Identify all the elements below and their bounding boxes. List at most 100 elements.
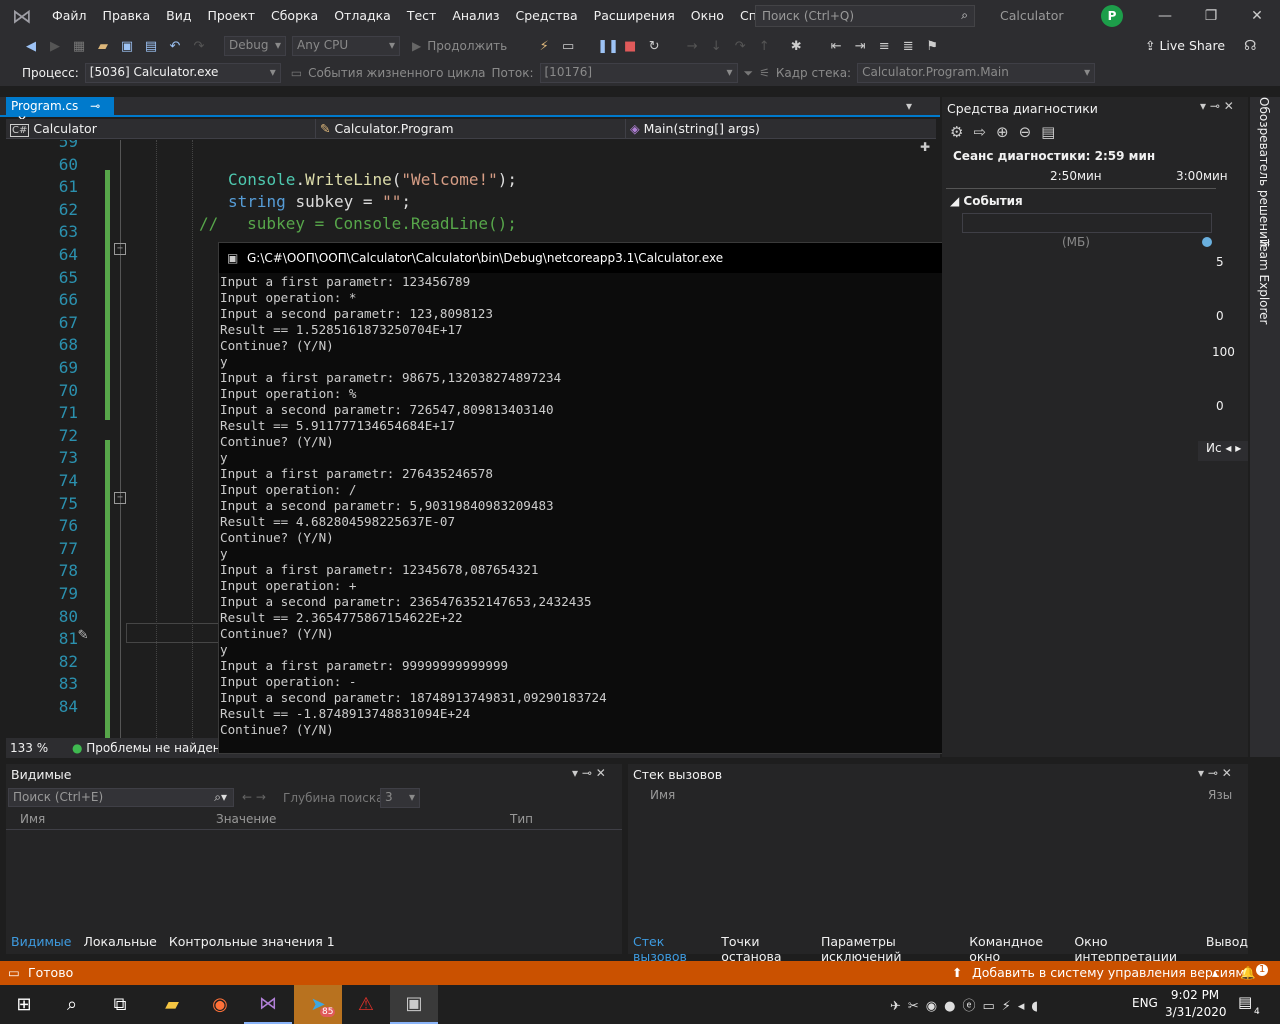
stop-icon[interactable]: ■ [621, 39, 639, 54]
step-over-icon[interactable]: ↷ [731, 39, 749, 54]
zoom-level[interactable]: 133 % [6, 741, 48, 755]
console-taskbar-icon[interactable]: ▣ [390, 985, 438, 1024]
menu-analyze[interactable]: Анализ [444, 0, 507, 32]
save-icon[interactable]: ▣ [118, 39, 136, 54]
uncomment-icon[interactable]: ≣ [899, 39, 917, 54]
nav-arrows-icon[interactable]: ← → [242, 790, 266, 804]
collapse-icon[interactable]: − [114, 243, 126, 255]
solution-explorer-tab[interactable]: Обозреватель решений [1257, 97, 1271, 247]
menu-window[interactable]: Окно [683, 0, 732, 32]
thread-dropdown[interactable]: [10176] [539, 63, 738, 83]
firefox-icon[interactable]: ◉ [196, 985, 244, 1024]
task-view-icon[interactable]: ⧉ [96, 985, 144, 1024]
tab-breakpoints[interactable]: Точки останова [721, 934, 809, 964]
team-explorer-tab[interactable]: Team Explorer [1257, 239, 1271, 325]
menu-file[interactable]: Файл [44, 0, 95, 32]
back-icon[interactable]: ◀ [22, 39, 40, 54]
file-explorer-icon[interactable]: ▰ [148, 985, 196, 1024]
diagnostics-icon[interactable]: ✱ [787, 39, 805, 54]
hot-reload-icon[interactable]: ⚡ [535, 39, 553, 54]
save-all-icon[interactable]: ▤ [142, 39, 160, 54]
config-dropdown[interactable]: Debug [224, 36, 286, 56]
collapse-icon[interactable]: − [114, 492, 126, 504]
notifications-icon[interactable]: 🔔 [1240, 961, 1256, 985]
col-type[interactable]: Тип [510, 812, 533, 826]
action-center-icon[interactable]: ▤ [1238, 993, 1252, 1011]
indent-icon[interactable]: ⇤ [827, 39, 845, 54]
tab-program-cs[interactable]: Program.cs ⊸ ✕ [6, 97, 114, 127]
tab-immediate-window[interactable]: Окно интерпретации [1074, 934, 1194, 964]
member-dropdown[interactable]: ◈ Main(string[] args) [626, 119, 936, 139]
minimize-button[interactable]: — [1142, 0, 1188, 32]
menu-project[interactable]: Проект [199, 0, 263, 32]
new-project-icon[interactable]: ▦ [70, 39, 88, 54]
diagnostics-toolbar-icons[interactable]: ⚙⇨⊕⊖▤ [950, 123, 1065, 141]
col-language[interactable]: Язы [1208, 788, 1232, 802]
pause-icon[interactable]: ❚❚ [597, 39, 619, 54]
depth-dropdown[interactable]: 3 [380, 788, 420, 808]
step-out-icon[interactable]: ↑ [755, 39, 773, 54]
pin-icon[interactable]: ⊸ [90, 99, 100, 113]
clock[interactable]: 9:02 PM 3/31/2020 [1165, 987, 1227, 1021]
forward-icon[interactable]: ▶ [46, 39, 64, 54]
tab-exception-settings[interactable]: Параметры исключений [821, 934, 957, 964]
search-icon[interactable]: ⌕ [48, 985, 96, 1024]
platform-dropdown[interactable]: Any CPU [292, 36, 400, 56]
stack-frame-dropdown[interactable]: Calculator.Program.Main [857, 63, 1096, 83]
redo-icon[interactable]: ↷ [190, 39, 208, 54]
feedback-icon[interactable]: ☊ [1244, 38, 1256, 54]
tab-call-stack[interactable]: Стек вызовов [633, 934, 709, 964]
flag-threads-icon[interactable]: ⚟ [759, 66, 770, 80]
project-dropdown[interactable]: C# Calculator [6, 119, 316, 139]
panel-menu-icon[interactable]: ▾ ⊸ ✕ [1198, 766, 1232, 780]
add-to-source-control[interactable]: Добавить в систему управления версиями [972, 961, 1253, 985]
snapshot-marker[interactable] [1202, 237, 1212, 247]
bookmark-icon[interactable]: ⚑ [923, 39, 941, 54]
comment-icon[interactable]: ≡ [875, 39, 893, 54]
start-icon[interactable]: ⊞ [0, 985, 48, 1024]
panel-menu-icon[interactable]: ▾ ⊸ ✕ [572, 766, 606, 780]
edit-and-continue-icon[interactable]: ✎ [78, 624, 88, 643]
step-icon[interactable]: → [683, 39, 701, 54]
step-into-icon[interactable]: ↓ [707, 39, 725, 54]
lifecycle-events[interactable]: События жизненного цикла [308, 66, 485, 80]
col-name[interactable]: Имя [650, 788, 675, 802]
menu-edit[interactable]: Правка [95, 0, 159, 32]
diagnostics-tab[interactable]: Ис ◂ ▸ [1198, 441, 1248, 461]
continue-icon[interactable]: ▶ [412, 39, 421, 53]
col-value[interactable]: Значение [216, 812, 276, 826]
col-name[interactable]: Имя [20, 812, 45, 826]
continue-button[interactable]: Продолжить [427, 39, 507, 53]
events-header[interactable]: ◢ События [950, 194, 1023, 208]
split-icon[interactable]: ✚ [916, 140, 934, 154]
lifecycle-icon[interactable]: ▭ [291, 66, 302, 80]
visual-studio-icon[interactable]: ⋈ [244, 985, 292, 1024]
tab-autos[interactable]: Видимые [11, 934, 71, 954]
timeline-ruler[interactable]: 2:50мин 3:00мин [946, 167, 1228, 189]
menu-view[interactable]: Вид [158, 0, 199, 32]
tab-list-icon[interactable]: ▾ [906, 99, 912, 113]
language-indicator[interactable]: ENG [1132, 996, 1158, 1010]
outdent-icon[interactable]: ⇥ [851, 39, 869, 54]
search-box[interactable]: Поиск (Ctrl+Q) ⌕ [755, 5, 975, 27]
menu-build[interactable]: Сборка [263, 0, 326, 32]
tab-output[interactable]: Вывод [1206, 934, 1248, 954]
visual-studio-logo-icon[interactable]: ⋈ [0, 0, 44, 32]
panel-menu-icon[interactable]: ▾ ⊸ ✕ [1200, 99, 1234, 113]
restart-icon[interactable]: ↻ [645, 39, 663, 54]
undo-icon[interactable]: ↶ [166, 39, 184, 54]
telegram-icon[interactable]: ➤ 85 [294, 985, 342, 1024]
class-dropdown[interactable]: ✎ Calculator.Program [316, 119, 626, 139]
tab-locals[interactable]: Локальные [83, 934, 156, 954]
tray-icons[interactable]: ✈✂◉●ⓔ▭⚡◂◖ [890, 995, 1045, 1014]
autos-search-input[interactable]: Поиск (Ctrl+E) ⌕▾ [8, 788, 234, 807]
acrobat-icon[interactable]: ⚠ [342, 985, 390, 1024]
menu-test[interactable]: Тест [399, 0, 444, 32]
profile-avatar[interactable]: P [1101, 5, 1123, 27]
filter-icon[interactable]: ⏷ [744, 66, 754, 81]
open-folder-icon[interactable]: ▰ [94, 39, 112, 54]
process-dropdown[interactable]: [5036] Calculator.exe [84, 63, 281, 83]
tab-command-window[interactable]: Командное окно [969, 934, 1062, 964]
menu-extensions[interactable]: Расширения [586, 0, 683, 32]
live-share-button[interactable]: ⇪ Live Share [1145, 38, 1225, 53]
